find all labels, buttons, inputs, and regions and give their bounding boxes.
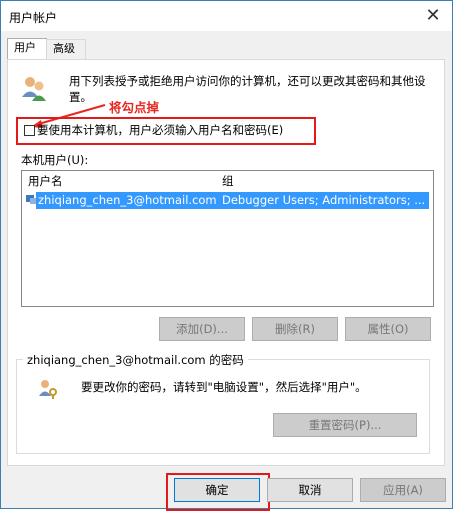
require-password-label[interactable]: 要使用本计算机，用户必须输入用户名和密码(E) bbox=[37, 122, 283, 138]
user-icon bbox=[26, 195, 36, 204]
ok-button[interactable]: 确定 bbox=[174, 478, 260, 502]
user-accounts-dialog: 用户帐户 ✕ 用户 高级 用下列表授予或拒绝用户访问你的计算机，还可以更改其密码… bbox=[0, 0, 453, 511]
column-header-username[interactable]: 用户名 bbox=[28, 173, 63, 189]
user-group-cell: Debugger Users; Administrators; ... bbox=[222, 193, 426, 207]
properties-button[interactable]: 属性(O) bbox=[345, 317, 431, 341]
users-list[interactable]: 用户名 组 zhiqiang_chen_3@hotmail.com Debugg… bbox=[21, 170, 434, 307]
cancel-button[interactable]: 取消 bbox=[267, 478, 353, 502]
reset-password-button[interactable]: 重置密码(P)... bbox=[273, 413, 417, 437]
title-bar: 用户帐户 ✕ bbox=[1, 1, 452, 31]
window-title: 用户帐户 bbox=[9, 11, 58, 25]
key-user-icon bbox=[39, 380, 57, 399]
local-users-label: 本机用户(U): bbox=[21, 153, 89, 167]
user-name-cell: zhiqiang_chen_3@hotmail.com bbox=[38, 193, 217, 207]
remove-user-button[interactable]: 删除(R) bbox=[252, 317, 338, 341]
password-change-text: 要更改你的密码，请转到"电脑设置"，然后选择"用户"。 bbox=[81, 380, 367, 394]
require-password-checkbox[interactable] bbox=[24, 125, 35, 136]
tab-users[interactable]: 用户 bbox=[7, 38, 47, 60]
add-user-button[interactable]: 添加(D)... bbox=[159, 317, 245, 341]
password-group bbox=[16, 359, 430, 454]
tab-advanced[interactable]: 高级 bbox=[46, 39, 86, 59]
close-icon[interactable]: ✕ bbox=[422, 5, 444, 27]
apply-button[interactable]: 应用(A) bbox=[360, 478, 446, 502]
password-group-title: zhiqiang_chen_3@hotmail.com 的密码 bbox=[23, 352, 248, 368]
column-header-group[interactable]: 组 bbox=[222, 173, 234, 189]
